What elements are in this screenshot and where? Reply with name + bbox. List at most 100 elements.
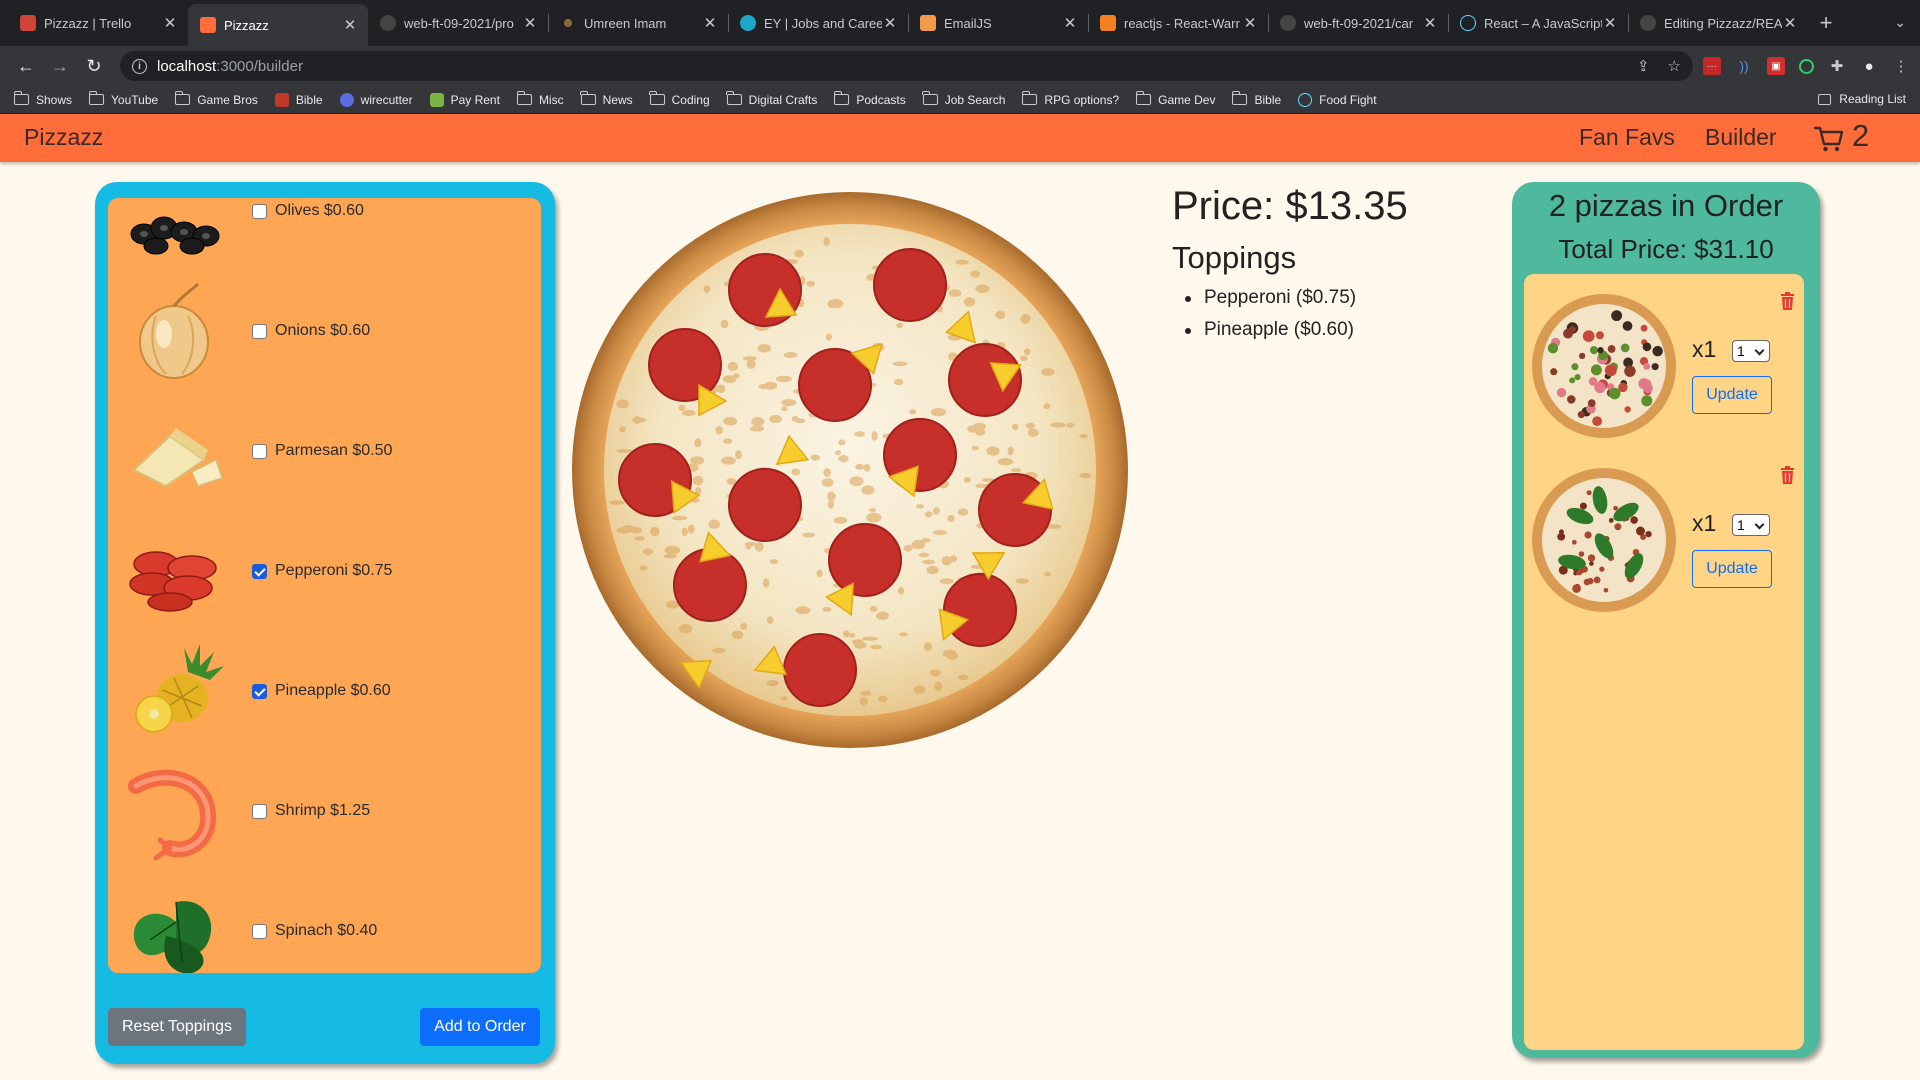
update-button[interactable]: Update	[1692, 376, 1772, 414]
nav-link-builder[interactable]: Builder	[1705, 124, 1777, 151]
reload-icon[interactable]: ↻	[78, 50, 110, 82]
topping-checkbox[interactable]	[252, 924, 267, 939]
topping-label[interactable]: Olives $0.60	[275, 202, 364, 220]
selected-toppings-list: Pepperoni ($0.75) Pineapple ($0.60)	[1185, 284, 1356, 348]
screenshot-extension-icon[interactable]: ▣	[1767, 57, 1785, 75]
browser-tab[interactable]: web-ft-09-2021/car ✕	[1268, 4, 1448, 42]
site-info-icon[interactable]: i	[132, 58, 147, 74]
topping-checkbox[interactable]	[252, 324, 267, 339]
close-icon[interactable]: ✕	[1782, 14, 1798, 32]
new-tab-button[interactable]: +	[1808, 4, 1844, 42]
bookmark-link[interactable]: Food Fight	[1298, 92, 1377, 107]
browser-tab[interactable]: EY | Jobs and Caree ✕	[728, 4, 908, 42]
bookmark-folder[interactable]: Shows	[13, 91, 72, 107]
brand-logo[interactable]: Pizzazz	[24, 124, 103, 151]
trash-icon[interactable]	[1780, 466, 1795, 484]
reset-toppings-button[interactable]: Reset Toppings	[108, 1008, 246, 1046]
share-icon[interactable]: ⇪	[1637, 57, 1650, 75]
close-icon[interactable]: ✕	[162, 14, 178, 32]
browser-tab[interactable]: Pizzazz | Trello ✕	[8, 4, 188, 42]
bookmark-folder[interactable]: Coding	[649, 91, 710, 107]
topping-checkbox[interactable]	[252, 804, 267, 819]
bookmark-folder[interactable]: YouTube	[88, 91, 158, 107]
bookmark-folder[interactable]: Digital Crafts	[726, 91, 817, 107]
grammarly-extension-icon[interactable]	[1799, 58, 1814, 74]
spinach-image	[133, 901, 212, 973]
tab-search-chevron-icon[interactable]: ⌄	[1894, 14, 1906, 31]
forward-arrow-icon[interactable]: →	[44, 50, 76, 82]
bookmark-folder[interactable]: Game Bros	[174, 91, 258, 107]
quantity-select[interactable]: 1	[1732, 340, 1770, 362]
update-button[interactable]: Update	[1692, 550, 1772, 588]
topping-label[interactable]: Pineapple $0.60	[275, 682, 391, 700]
bookmark-folder[interactable]: Game Dev	[1135, 91, 1215, 107]
bookmark-folder[interactable]: Misc	[516, 91, 564, 107]
browser-tab-strip: Pizzazz | Trello ✕ Pizzazz ✕ web-ft-09-2…	[0, 0, 1920, 46]
close-icon[interactable]: ✕	[342, 16, 358, 34]
quantity-select[interactable]: 1	[1732, 514, 1770, 536]
browser-tab[interactable]: web-ft-09-2021/pro ✕	[368, 4, 548, 42]
lastpass-extension-icon[interactable]: ···	[1703, 57, 1721, 75]
topping-checkbox[interactable]	[252, 444, 267, 459]
bookmark-folder[interactable]: Podcasts	[833, 91, 906, 107]
topping-label[interactable]: Pepperoni $0.75	[275, 562, 392, 580]
menu-kebab-icon[interactable]: ⋮	[1892, 57, 1910, 75]
thumbnail-topping	[1597, 347, 1604, 354]
bookmark-link[interactable]: wirecutter	[339, 92, 413, 107]
cheese-spot	[690, 456, 705, 465]
stackoverflow-icon	[1100, 15, 1116, 31]
browser-tab[interactable]: EmailJS ✕	[908, 4, 1088, 42]
topping-label[interactable]: Shrimp $1.25	[275, 802, 370, 820]
profile-avatar-icon[interactable]: ●	[1860, 57, 1878, 75]
browser-tab[interactable]: reactjs - React-Warr ✕	[1088, 4, 1268, 42]
close-icon[interactable]: ✕	[1422, 14, 1438, 32]
trash-icon[interactable]	[1780, 292, 1795, 310]
topping-label[interactable]: Onions $0.60	[275, 322, 370, 340]
topping-label[interactable]: Spinach $0.40	[275, 922, 377, 940]
browser-tab[interactable]: React – A JavaScript ✕	[1448, 4, 1628, 42]
thumbnail-topping	[1620, 343, 1630, 353]
thumbnail-topping	[1603, 587, 1609, 593]
cheese-spot	[995, 310, 1006, 320]
close-icon[interactable]: ✕	[1602, 14, 1618, 32]
folder-icon	[13, 91, 29, 105]
bookmark-folder[interactable]: Job Search	[922, 91, 1005, 107]
topping-label[interactable]: Parmesan $0.50	[275, 442, 392, 460]
reading-list-button[interactable]: Reading List	[1818, 92, 1906, 106]
bookmark-folder[interactable]: News	[580, 91, 633, 107]
cart-count[interactable]: 2	[1852, 118, 1869, 154]
bookmark-folder[interactable]: RPG options?	[1022, 91, 1119, 107]
browser-tab-active[interactable]: Pizzazz ✕	[188, 4, 368, 46]
nav-link-fan-favs[interactable]: Fan Favs	[1579, 124, 1675, 151]
bookmark-link[interactable]: Bible	[274, 92, 323, 107]
bookmark-link[interactable]: Pay Rent	[429, 92, 500, 107]
cheese-spot	[913, 685, 926, 694]
browser-tab[interactable]: Umreen Imam ✕	[548, 4, 728, 42]
close-icon[interactable]: ✕	[522, 14, 538, 32]
bookmark-folder[interactable]: Bible	[1232, 91, 1281, 107]
close-icon[interactable]: ✕	[1062, 14, 1078, 32]
back-arrow-icon[interactable]: ←	[10, 50, 42, 82]
topping-checkbox-checked[interactable]	[252, 564, 267, 579]
topping-checkbox-checked[interactable]	[252, 684, 267, 699]
thumbnail-topping	[1587, 577, 1594, 585]
address-bar[interactable]: i localhost:3000/builder ⇪ ☆	[120, 51, 1693, 81]
bookmark-label: Podcasts	[856, 92, 906, 107]
browser-tab[interactable]: Editing Pizzazz/REA ✕	[1628, 4, 1808, 42]
quantity-label: x1	[1692, 336, 1717, 362]
thumbnail-topping	[1607, 345, 1616, 353]
cheese-spot	[822, 606, 832, 612]
close-icon[interactable]: ✕	[1242, 14, 1258, 32]
cart-icon[interactable]	[1813, 122, 1845, 154]
add-to-order-button[interactable]: Add to Order	[420, 1008, 540, 1046]
thumbnail-topping	[1589, 346, 1599, 355]
bookmark-star-icon[interactable]: ☆	[1668, 57, 1681, 75]
read-aloud-extension-icon[interactable]: ))	[1735, 57, 1753, 75]
close-icon[interactable]: ✕	[702, 14, 718, 32]
extensions-puzzle-icon[interactable]: ✚	[1828, 57, 1846, 75]
close-icon[interactable]: ✕	[882, 14, 898, 32]
thumbnail-topping	[1640, 324, 1648, 332]
github-icon	[380, 15, 396, 31]
topping-checkbox[interactable]	[252, 204, 267, 219]
cheese-spot	[1050, 422, 1066, 428]
